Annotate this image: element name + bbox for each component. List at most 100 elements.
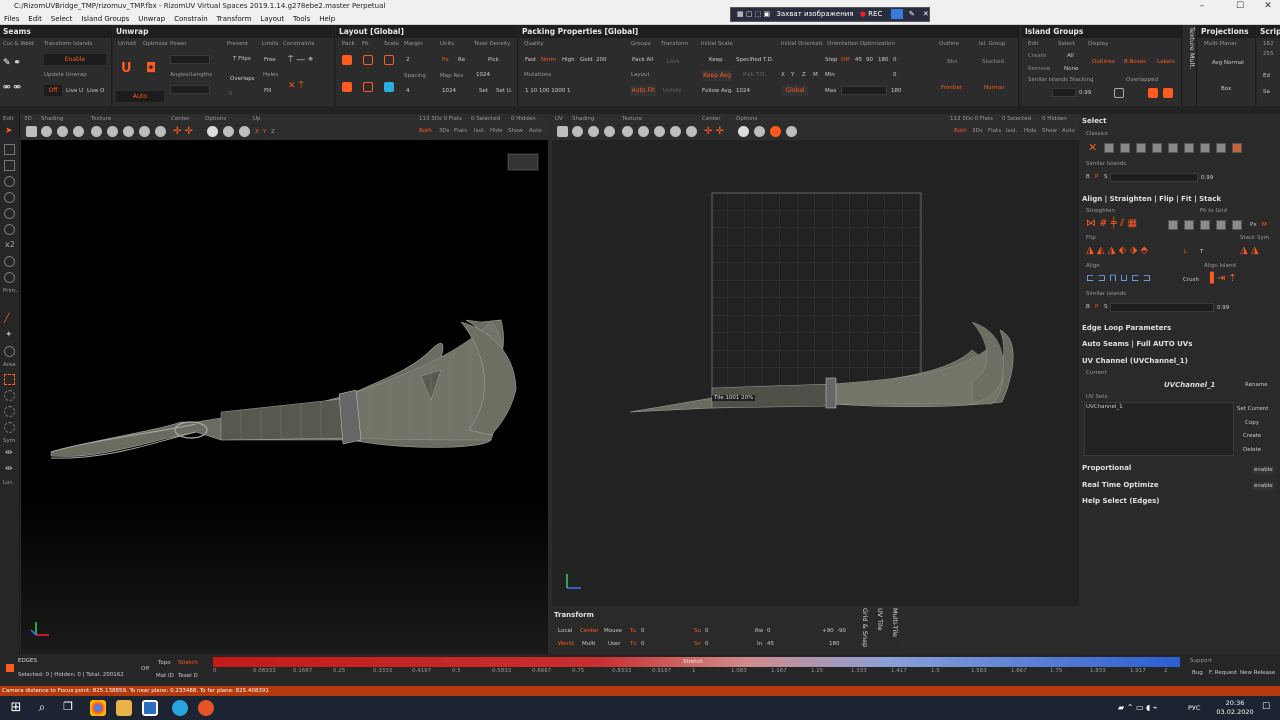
texel-d-button[interactable]: Texel D <box>178 673 198 679</box>
vertex-select-icon[interactable] <box>4 144 15 155</box>
uv-flats-button[interactable]: Flats <box>988 128 1001 134</box>
fit-grid-icon[interactable] <box>1200 220 1210 230</box>
su-value[interactable]: 0 <box>705 628 709 634</box>
ig-all-button[interactable]: All <box>1067 53 1074 59</box>
uv-texture-gradient-icon[interactable] <box>686 126 697 137</box>
fit-grid2-icon[interactable] <box>1216 220 1226 230</box>
auto-button[interactable]: Auto <box>116 91 164 102</box>
3d-hide-button[interactable]: Hide <box>490 128 503 134</box>
similar2-p-button[interactable]: P <box>1095 304 1098 310</box>
straighten-icons[interactable]: ⋈ # ╪ ⫽ ▦ <box>1086 218 1137 229</box>
loop-icon[interactable] <box>4 256 15 267</box>
rotate-180-button[interactable]: 180 <box>829 641 840 647</box>
clear-selection-icon[interactable]: ✕ <box>1088 141 1097 154</box>
script-save-button[interactable]: Sa <box>1263 89 1270 95</box>
uv-both-button[interactable]: Both <box>954 128 967 134</box>
gold-value[interactable]: 200 <box>596 57 607 63</box>
uv-auto-button[interactable]: Auto <box>1062 128 1075 134</box>
colormap-off-button[interactable]: Off <box>141 666 149 672</box>
fit-icon[interactable] <box>363 55 373 65</box>
similar-p-button[interactable]: P <box>1095 174 1098 180</box>
file-explorer-icon[interactable] <box>116 700 132 716</box>
straighten-grid-icon[interactable] <box>1168 220 1178 230</box>
proportional-enable-button[interactable]: enable <box>1253 466 1274 474</box>
chrome-icon[interactable] <box>90 700 106 716</box>
auto-seams-section[interactable]: Auto Seams | Full AUTO UVs <box>1082 340 1192 348</box>
cut-icon[interactable]: ✎ ⚭ <box>3 58 21 68</box>
uv-channel-section[interactable]: UV Channel (UVChannel_1) <box>1082 357 1188 365</box>
uv-set-item[interactable]: UVChannel_1 <box>1086 404 1123 410</box>
set-current-button[interactable]: Set Current <box>1237 406 1268 412</box>
frame-icon[interactable] <box>26 126 37 137</box>
unfold-button[interactable]: Unfold <box>663 88 681 94</box>
uv-hide-button[interactable]: Hide <box>1024 128 1037 134</box>
select-mode-3-icon[interactable] <box>1136 143 1146 153</box>
similar2-threshold-slider[interactable] <box>1110 303 1214 312</box>
keep-avg-button[interactable]: Keep Avg <box>702 70 732 81</box>
align-icons[interactable]: ⊏ ⊐ ⊓ ⊔ ⊏ ⊐ <box>1086 273 1151 284</box>
tv-value[interactable]: 0 <box>641 641 645 647</box>
uv-color-option-icon[interactable] <box>770 126 781 137</box>
face-select-icon[interactable] <box>4 176 15 187</box>
texture-ball-icon[interactable] <box>139 126 150 137</box>
similar-slider[interactable] <box>1052 88 1076 97</box>
magnet-icon[interactable] <box>4 224 15 235</box>
circle-select-icon[interactable] <box>4 406 15 417</box>
shading-wire-icon[interactable] <box>41 126 52 137</box>
uv-shading-wire-icon[interactable] <box>572 126 583 137</box>
outlines-button[interactable]: Outlines <box>1092 59 1115 65</box>
uv-shading-grid-icon[interactable] <box>588 126 599 137</box>
uv-texture-dots-icon[interactable] <box>654 126 665 137</box>
live-u-button[interactable]: Live U <box>66 88 83 94</box>
menu-help[interactable]: Help <box>319 15 335 23</box>
similar-b-button[interactable]: B <box>1086 174 1090 180</box>
create-button[interactable]: Create <box>1243 433 1261 439</box>
optimize-icon[interactable]: ◘ <box>146 61 156 76</box>
res-value[interactable]: 1024 <box>442 88 456 94</box>
shading-smooth-icon[interactable] <box>73 126 84 137</box>
f-request-button[interactable]: F. Request <box>1209 670 1237 676</box>
unfold-icon[interactable]: U <box>121 61 132 76</box>
menu-constrain[interactable]: Constrain <box>174 15 208 23</box>
edge-loop-section[interactable]: Edge Loop Parameters <box>1082 324 1171 332</box>
up-z-button[interactable]: Z <box>271 129 275 135</box>
uv-shading-smooth-icon[interactable] <box>604 126 615 137</box>
stack-sym-icons[interactable]: ◮ ◮ <box>1240 245 1259 256</box>
menu-unwrap[interactable]: Unwrap <box>138 15 165 23</box>
color-swatch[interactable] <box>890 9 903 19</box>
uv-frame-icon[interactable] <box>557 126 568 137</box>
light-icon[interactable] <box>207 126 218 137</box>
texture-checker-icon[interactable] <box>107 126 118 137</box>
step-value[interactable]: 0 <box>893 57 897 63</box>
copy-button[interactable]: Copy <box>1245 420 1259 426</box>
close-recorder-icon[interactable]: ✕ <box>923 10 929 18</box>
box-button[interactable]: Box <box>1221 86 1231 92</box>
fill-button[interactable]: Fill <box>264 88 271 94</box>
normal-button[interactable]: Normal <box>984 85 1004 91</box>
3d-show-button[interactable]: Show <box>508 128 523 134</box>
ig-remove-button[interactable]: Remove <box>1028 66 1050 72</box>
specified-td-button[interactable]: Specified T.D. <box>736 57 773 63</box>
angles-field[interactable] <box>170 85 210 94</box>
rizomuv-taskbar-icon[interactable] <box>198 700 214 716</box>
pack-icon[interactable] <box>342 55 352 65</box>
language-indicator[interactable]: РУС <box>1188 704 1200 712</box>
menu-tools[interactable]: Tools <box>293 15 310 23</box>
align-section-title[interactable]: Align | Straighten | Flip | Fit | Stack <box>1082 195 1221 203</box>
sphere-option-icon[interactable] <box>223 126 234 137</box>
background-option-icon[interactable] <box>239 126 250 137</box>
uv-sphere-option-icon[interactable] <box>754 126 765 137</box>
set-button[interactable]: Set <box>479 88 488 94</box>
uv-tile-tab[interactable]: UV Tile <box>870 608 884 654</box>
edge-select-icon[interactable] <box>4 160 15 171</box>
rw-value[interactable]: 0 <box>767 628 771 634</box>
spacing-value[interactable]: 4 <box>406 88 410 94</box>
world-button[interactable]: World <box>558 641 574 647</box>
mutations-values[interactable]: 1 10 100 1000 1 <box>525 88 571 94</box>
avg-normal-button[interactable]: Avg Normal <box>1212 60 1244 66</box>
windows-start-icon[interactable]: ⊞ <box>8 700 24 716</box>
max-value[interactable]: 180 <box>891 88 902 94</box>
rect-select-icon[interactable] <box>4 374 15 385</box>
script-edit-button[interactable]: Ed <box>1263 73 1270 79</box>
ig-create-button[interactable]: Create <box>1028 53 1046 59</box>
